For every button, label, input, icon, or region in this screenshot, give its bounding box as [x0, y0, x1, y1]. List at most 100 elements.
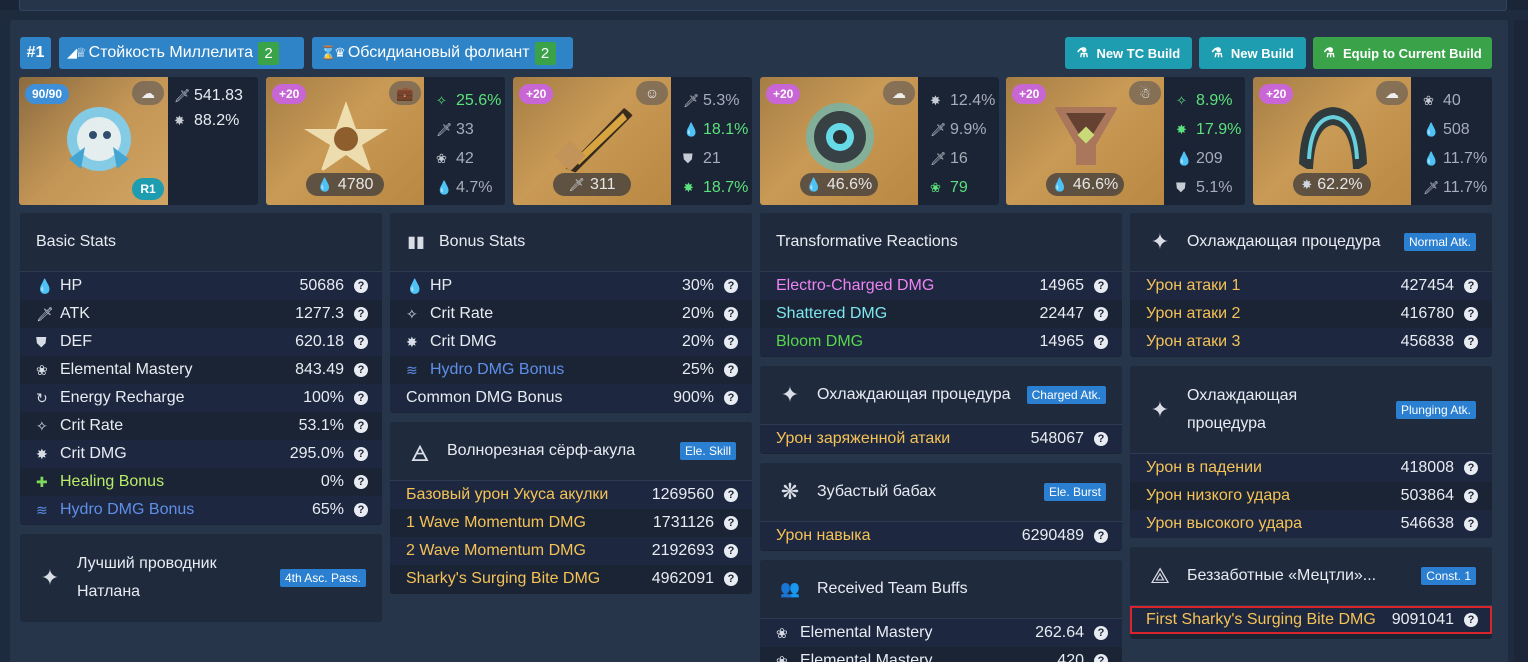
stat-row: ❀ Elemental Mastery 843.49? — [20, 356, 382, 384]
help-icon[interactable]: ? — [1464, 279, 1478, 293]
stat-value: 53.1% — [298, 417, 344, 434]
substat-value: 25.6% — [456, 91, 502, 109]
help-icon[interactable]: ? — [1094, 529, 1108, 543]
stat-value: 843.49 — [295, 361, 344, 378]
stat-row: Урон заряженной атаки 548067? — [760, 425, 1122, 453]
plunging-attack-panel: ✦ Охлаждающая процедура Plunging Atk. Урон … — [1130, 366, 1492, 538]
help-icon[interactable]: ? — [354, 475, 368, 489]
help-icon[interactable]: ? — [1464, 517, 1478, 531]
help-icon[interactable]: ? — [1464, 307, 1478, 321]
constellation-panel: ⟁ Беззаботные «Мецтли»... Const. 1 First S… — [1130, 547, 1492, 639]
help-icon[interactable]: ? — [354, 391, 368, 405]
burst-tag: Ele. Burst — [1043, 483, 1106, 501]
artifact-card-circlet[interactable]: +20 ☁ ✸ 62.2% ❀ 40 💧 508 💧 11.7% 🗡 11.7% — [1253, 77, 1492, 205]
equip-build-button[interactable]: ⚗ Equip to Current Build — [1313, 37, 1492, 69]
artifact-card-flower[interactable]: +20 💼 💧 4780 ✧ 25.6% 🗡 33 ❀ 42 💧 4.7% — [266, 77, 505, 205]
new-build-button[interactable]: ⚗ New Build — [1199, 37, 1306, 69]
help-icon[interactable]: ? — [1464, 461, 1478, 475]
substat: 🗡 5.3% — [683, 86, 748, 115]
def-icon: ⛊ — [36, 333, 47, 350]
help-icon[interactable]: ? — [354, 363, 368, 377]
help-icon[interactable]: ? — [724, 307, 738, 321]
title-line: Лучший проводник — [77, 555, 217, 572]
help-icon[interactable]: ? — [354, 503, 368, 517]
artifact-card-sands[interactable]: +20 ☁ 💧 46.6% ✸ 12.4% 🗡 9.9% 🗡 16 ❀ 79 — [760, 77, 999, 205]
help-icon[interactable]: ? — [354, 307, 368, 321]
stat-label: Electro-Charged DMG — [776, 277, 935, 294]
equipped-icon: 💼 — [389, 81, 421, 105]
stat-row: First Sharky's Surging Bite DMG 9091041? — [1130, 606, 1492, 634]
stat-label: Урон высокого удара — [1146, 515, 1303, 532]
weapon-level-badge: 90/90 — [25, 84, 70, 104]
em-icon: ❀ — [776, 652, 788, 662]
stat-label: Elemental Mastery — [800, 624, 933, 641]
refine-badge: R1 — [132, 178, 164, 200]
set-name: Обсидиановый фолиант — [347, 44, 530, 61]
stat-row: ✧ Crit Rate 53.1%? — [20, 412, 382, 440]
weapon-stat: ✸ 88.2% — [174, 108, 243, 133]
help-icon[interactable]: ? — [724, 516, 738, 530]
substats: ✸ 12.4% 🗡 9.9% 🗡 16 ❀ 79 — [930, 86, 995, 202]
panel-title: Зубастый бабах — [817, 483, 937, 500]
artifact-card-goblet[interactable]: +20 ☃ 💧 46.6% ✧ 8.9% ✸ 17.9% 💧 209 ⛊ 5.1% — [1006, 77, 1245, 205]
panel-header: Basic Stats — [20, 213, 382, 272]
help-icon[interactable]: ? — [724, 572, 738, 586]
def-icon: ⛊ — [1176, 179, 1186, 195]
help-icon[interactable]: ? — [1094, 432, 1108, 446]
stat-value: 20% — [681, 305, 714, 322]
stat-value: 25% — [681, 361, 714, 378]
help-icon[interactable]: ? — [354, 335, 368, 349]
help-icon[interactable]: ? — [1094, 279, 1108, 293]
owner-avatar: ☃ — [1129, 81, 1161, 105]
substat-value: 508 — [1443, 120, 1470, 138]
help-icon[interactable]: ? — [724, 391, 738, 405]
em-icon: ❀ — [776, 624, 788, 641]
plunge-tag: Plunging Atk. — [1395, 400, 1476, 419]
help-icon[interactable]: ? — [354, 419, 368, 433]
stat-rows: First Sharky's Surging Bite DMG 9091041? — [1130, 606, 1492, 634]
crit-dmg-icon: ✸ — [683, 179, 694, 195]
stat-value: 65% — [311, 501, 344, 518]
stat-label: Базовый урон Укуса акулки — [406, 486, 609, 503]
stat-value: 88.2% — [194, 111, 240, 129]
help-icon[interactable]: ? — [1464, 489, 1478, 503]
stat-value: 30% — [681, 277, 714, 294]
help-icon[interactable]: ? — [1464, 335, 1478, 349]
substat: 💧 18.1% — [683, 115, 748, 144]
stat-value: 4962091 — [651, 570, 714, 587]
panel-title: Transformative Reactions — [776, 233, 958, 250]
help-icon[interactable]: ? — [724, 488, 738, 502]
help-icon[interactable]: ? — [1094, 307, 1108, 321]
stat-label: Elemental Mastery — [60, 361, 193, 378]
new-tc-build-button[interactable]: ⚗ New TC Build — [1065, 37, 1192, 69]
main-stat-value: 62.2% — [1317, 175, 1363, 193]
scrollbar-track[interactable] — [1514, 20, 1528, 662]
main-stat-value: 4780 — [337, 175, 374, 193]
atk-icon: 🗡 — [930, 121, 947, 137]
help-icon[interactable]: ? — [724, 544, 738, 558]
stat-row: ✸ Crit DMG 20%? — [390, 328, 752, 356]
plume-art — [554, 107, 633, 175]
help-icon[interactable]: ? — [354, 279, 368, 293]
help-icon[interactable]: ? — [724, 335, 738, 349]
em-icon: ❀ — [36, 361, 48, 378]
help-icon[interactable]: ? — [1094, 654, 1108, 662]
substat-value: 33 — [456, 120, 474, 138]
help-icon[interactable]: ? — [1094, 335, 1108, 349]
help-icon[interactable]: ? — [354, 447, 368, 461]
substat-value: 16 — [950, 149, 968, 167]
stat-row: Урон атаки 1 427454? — [1130, 272, 1492, 300]
set-bonus-2[interactable]: ⌛♛ Обсидиановый фолиант 2 — [312, 37, 573, 69]
set-bonus-1[interactable]: ◢♕ Стойкость Миллелита 2 — [59, 37, 304, 69]
weapon-card[interactable]: 90/90 ☁ R1 🗡 541.83 ✸ 88.2% — [19, 77, 258, 205]
energy-recharge-icon: ↻ — [36, 389, 48, 406]
help-icon[interactable]: ? — [1464, 613, 1478, 627]
artifact-card-plume[interactable]: +20 ☺ 🗡 311 🗡 5.3% 💧 18.1% ⛊ 21 ✸ 18.7% — [513, 77, 752, 205]
stat-row: ≋ Hydro DMG Bonus 65%? — [20, 496, 382, 524]
help-icon[interactable]: ? — [724, 363, 738, 377]
atk-icon: 🗡 — [174, 87, 191, 103]
panel-title: Охлаждающая процедура — [1187, 382, 1297, 438]
help-icon[interactable]: ? — [1094, 626, 1108, 640]
stat-row: Урон атаки 3 456838? — [1130, 328, 1492, 356]
help-icon[interactable]: ? — [724, 279, 738, 293]
